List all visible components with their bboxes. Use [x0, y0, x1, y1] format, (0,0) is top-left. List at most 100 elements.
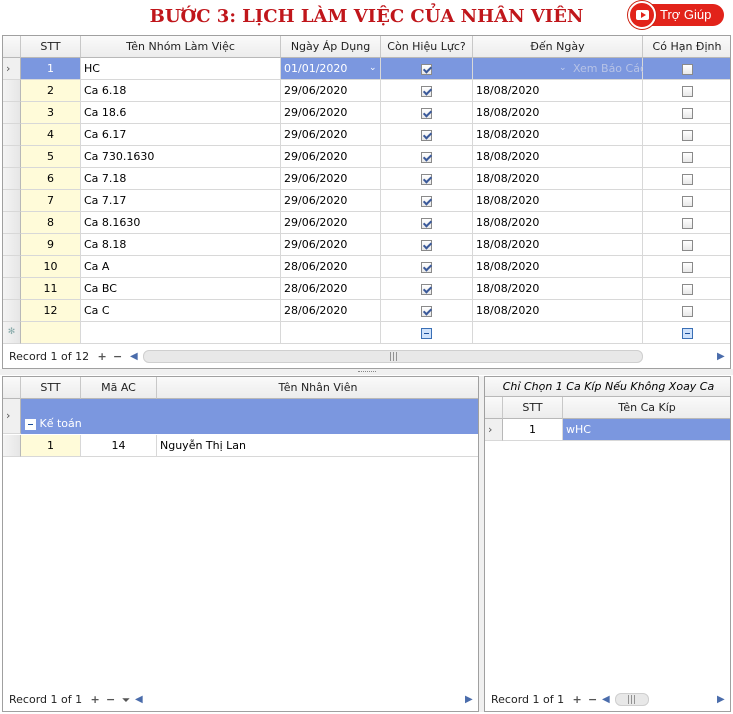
active-checkbox[interactable] — [381, 278, 473, 300]
scroll-right-icon[interactable]: ▶ — [717, 346, 725, 368]
scroll-right-icon[interactable]: ▶ — [465, 689, 473, 711]
col-header-end-date[interactable]: Đến Ngày — [473, 36, 643, 58]
group-name-cell[interactable]: HC — [81, 58, 281, 80]
limited-checkbox[interactable] — [643, 80, 730, 102]
horizontal-scrollbar[interactable]: ||| — [615, 693, 649, 706]
col-header-active[interactable]: Còn Hiệu Lực? — [381, 36, 473, 58]
remove-icon[interactable]: − — [587, 689, 599, 711]
scroll-left-icon[interactable]: ◀ — [130, 346, 138, 368]
shift-name[interactable]: wHC — [563, 419, 730, 441]
active-checkbox[interactable] — [381, 234, 473, 256]
add-icon[interactable]: + — [96, 346, 108, 368]
new-row-end[interactable] — [473, 322, 643, 344]
group-name-cell[interactable]: Ca 18.6 — [81, 102, 281, 124]
start-date-cell[interactable]: 29/06/2020 — [281, 212, 381, 234]
start-date-cell[interactable]: 28/06/2020 — [281, 256, 381, 278]
new-row-start[interactable] — [281, 322, 381, 344]
table-row[interactable]: 10 Ca A 28/06/2020 18/08/2020 — [3, 256, 730, 278]
end-date-cell[interactable]: 18/08/2020 — [473, 80, 643, 102]
start-date-cell[interactable]: 29/06/2020 — [281, 146, 381, 168]
start-date-cell[interactable]: 29/06/2020 — [281, 190, 381, 212]
horizontal-scrollbar[interactable]: ||| — [143, 350, 643, 363]
table-row[interactable]: 11 Ca BC 28/06/2020 18/08/2020 — [3, 278, 730, 300]
limited-checkbox[interactable] — [643, 278, 730, 300]
limited-checkbox[interactable] — [643, 124, 730, 146]
end-date-cell[interactable]: 18/08/2020 — [473, 102, 643, 124]
table-row[interactable]: 6 Ca 7.18 29/06/2020 18/08/2020 — [3, 168, 730, 190]
new-row[interactable]: ✻ — [3, 322, 730, 344]
active-checkbox[interactable] — [381, 124, 473, 146]
group-name-cell[interactable]: Ca 6.18 — [81, 80, 281, 102]
active-checkbox[interactable] — [381, 80, 473, 102]
filter-icon[interactable]: ⏷ — [120, 690, 132, 711]
group-name-cell[interactable]: Ca A — [81, 256, 281, 278]
group-name-cell[interactable]: Ca 730.1630 — [81, 146, 281, 168]
col-header-stt[interactable]: STT — [21, 36, 81, 58]
new-row-stt[interactable] — [21, 322, 81, 344]
new-row-name[interactable] — [81, 322, 281, 344]
limited-checkbox[interactable] — [643, 212, 730, 234]
col-header-stt[interactable]: STT — [21, 377, 81, 399]
table-row[interactable]: 2 Ca 6.18 29/06/2020 18/08/2020 — [3, 80, 730, 102]
table-row[interactable]: 9 Ca 8.18 29/06/2020 18/08/2020 — [3, 234, 730, 256]
start-date-cell[interactable]: 29/06/2020 — [281, 168, 381, 190]
limited-checkbox[interactable] — [643, 168, 730, 190]
collapse-group-icon[interactable] — [25, 418, 36, 430]
table-row[interactable]: 1 14 Nguyễn Thị Lan — [3, 435, 478, 457]
scroll-right-icon[interactable]: ▶ — [717, 689, 725, 711]
remove-icon[interactable]: − — [105, 689, 117, 711]
dropdown-icon[interactable]: ⌄ — [369, 58, 377, 79]
start-date-cell[interactable]: 01/01/2020 — [281, 58, 381, 80]
end-date-cell[interactable]: 18/08/2020 — [473, 124, 643, 146]
start-date-cell[interactable]: 29/06/2020 — [281, 102, 381, 124]
group-row[interactable]: › Kế toán — [3, 399, 478, 434]
col-header-start-date[interactable]: Ngày Áp Dụng — [281, 36, 381, 58]
add-icon[interactable]: + — [89, 689, 101, 711]
start-date-cell[interactable]: 29/06/2020 — [281, 80, 381, 102]
active-checkbox[interactable] — [381, 102, 473, 124]
active-checkbox[interactable] — [381, 300, 473, 322]
group-name-cell[interactable]: Ca 7.17 — [81, 190, 281, 212]
table-row[interactable]: › 1 wHC — [485, 419, 730, 441]
table-row[interactable]: 5 Ca 730.1630 29/06/2020 18/08/2020 — [3, 146, 730, 168]
limited-checkbox[interactable] — [643, 234, 730, 256]
start-date-cell[interactable]: 28/06/2020 — [281, 300, 381, 322]
end-date-cell[interactable]: 18/08/2020 — [473, 278, 643, 300]
end-date-cell[interactable]: 18/08/2020 — [473, 190, 643, 212]
col-header-employee-name[interactable]: Tên Nhân Viên — [157, 377, 478, 399]
group-name-cell[interactable]: Ca 7.18 — [81, 168, 281, 190]
limited-checkbox[interactable] — [643, 256, 730, 278]
table-row[interactable]: 3 Ca 18.6 29/06/2020 18/08/2020 — [3, 102, 730, 124]
active-checkbox[interactable] — [381, 146, 473, 168]
col-header-ac-code[interactable]: Mã AC — [81, 377, 157, 399]
col-header-limited[interactable]: Có Hạn Định — [643, 36, 730, 58]
add-icon[interactable]: + — [571, 689, 583, 711]
group-name-cell[interactable]: Ca 8.1630 — [81, 212, 281, 234]
scroll-left-icon[interactable]: ◀ — [602, 689, 610, 711]
active-checkbox[interactable] — [381, 256, 473, 278]
end-date-cell[interactable]: 18/08/2020 — [473, 168, 643, 190]
group-name-cell[interactable]: Ca 6.17 — [81, 124, 281, 146]
limited-checkbox[interactable] — [643, 300, 730, 322]
group-name-cell[interactable]: Ca BC — [81, 278, 281, 300]
dropdown-icon[interactable]: ⌄ — [559, 58, 567, 79]
group-name-cell[interactable]: Ca 8.18 — [81, 234, 281, 256]
table-row[interactable]: 4 Ca 6.17 29/06/2020 18/08/2020 — [3, 124, 730, 146]
table-row[interactable]: 8 Ca 8.1630 29/06/2020 18/08/2020 — [3, 212, 730, 234]
end-date-cell[interactable]: 18/08/2020 — [473, 146, 643, 168]
new-row-active[interactable] — [381, 322, 473, 344]
end-date-cell[interactable]: 18/08/2020 — [473, 234, 643, 256]
active-checkbox[interactable] — [381, 190, 473, 212]
active-checkbox[interactable] — [381, 58, 473, 80]
end-date-cell[interactable]: 18/08/2020 — [473, 212, 643, 234]
col-header-group-name[interactable]: Tên Nhóm Làm Việc — [81, 36, 281, 58]
table-row[interactable]: ›1HC⇧⇩01/01/2020Xem Báo Cáo⌄⌄ — [3, 58, 730, 80]
table-row[interactable]: 12 Ca C 28/06/2020 18/08/2020 — [3, 300, 730, 322]
col-header-stt[interactable]: STT — [503, 397, 563, 419]
end-date-cell[interactable]: 18/08/2020 — [473, 300, 643, 322]
limited-checkbox[interactable] — [643, 102, 730, 124]
active-checkbox[interactable] — [381, 168, 473, 190]
group-name-cell[interactable]: Ca C — [81, 300, 281, 322]
limited-checkbox[interactable] — [643, 58, 730, 80]
col-header-shift-name[interactable]: Tên Ca Kíp — [563, 397, 730, 419]
